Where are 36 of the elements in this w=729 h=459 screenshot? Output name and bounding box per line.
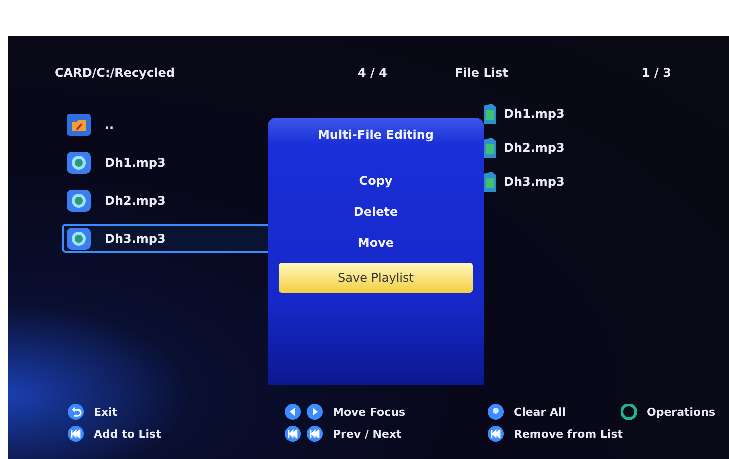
- skip-icon: [285, 426, 301, 442]
- audio-file-icon: [484, 104, 496, 124]
- menu-title: Multi-File Editing: [318, 128, 434, 142]
- skip-icon: [68, 426, 84, 442]
- file-item[interactable]: Dh2.mp3: [62, 186, 276, 215]
- item-count: 4 / 4: [358, 66, 388, 80]
- music-file-icon: [67, 152, 91, 174]
- list-count: 1 / 3: [642, 66, 672, 80]
- legend-label: Clear All: [514, 406, 566, 418]
- audio-file-icon: [484, 138, 496, 158]
- file-item[interactable]: ..: [62, 110, 276, 139]
- file-item[interactable]: Dh1.mp3: [62, 148, 276, 177]
- menu-item[interactable]: Delete: [354, 201, 398, 224]
- music-file-icon: [67, 190, 91, 212]
- skip-icon: [488, 426, 504, 442]
- legend-label: Prev / Next: [333, 428, 402, 440]
- list-entry[interactable]: Dh3.mp3: [504, 175, 565, 189]
- legend-label: Remove from List: [514, 428, 624, 440]
- menu-item[interactable]: Copy: [359, 170, 393, 193]
- menu-item[interactable]: Move: [358, 232, 394, 255]
- list-title: File List: [455, 66, 510, 80]
- return-icon: [68, 404, 84, 420]
- folder-icon: [67, 114, 91, 136]
- legend-label: Exit: [94, 406, 118, 418]
- legend-label: Add to List: [94, 428, 162, 440]
- menu-item[interactable]: Save Playlist: [279, 263, 473, 293]
- ring-icon: [621, 404, 637, 420]
- audio-file-icon: [484, 172, 496, 192]
- legend-label: Operations: [647, 406, 716, 418]
- skip-icon: [307, 426, 323, 442]
- folder-path: CARD/C:/Recycled: [55, 66, 176, 80]
- list-entry[interactable]: Dh1.mp3: [504, 107, 565, 121]
- round-key-icon: [488, 404, 504, 420]
- list-entry[interactable]: Dh2.mp3: [504, 141, 565, 155]
- legend-label: Move Focus: [333, 406, 406, 418]
- music-file-icon: [67, 228, 91, 250]
